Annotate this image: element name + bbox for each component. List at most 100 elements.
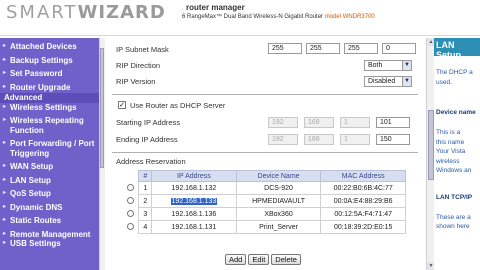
help-text: This is a <box>436 129 461 136</box>
rip-version-value: Disabled <box>368 78 396 85</box>
add-button[interactable]: Add <box>225 254 247 265</box>
row-device: HPMEDIAVAULT <box>235 194 322 208</box>
sidebar-group-advanced[interactable]: Advanced <box>0 93 104 103</box>
sidebar-scrollbar-thumb[interactable] <box>100 48 104 168</box>
dhcp-server-checkbox[interactable]: ✓ <box>118 101 126 109</box>
row-ip-cell: 192.168.1.133 <box>151 194 237 208</box>
header-subtitle: router manager <box>186 3 245 12</box>
sidebar-item-backup-settings[interactable]: ▸ Backup Settings <box>0 56 104 66</box>
row-ip: 192.168.1.132 <box>151 181 237 195</box>
subnet-octet-3[interactable] <box>344 43 378 54</box>
row-select-cell[interactable] <box>122 182 139 195</box>
bullet-icon: ▸ <box>3 203 7 210</box>
row-device: XBox360 <box>235 207 322 221</box>
bullet-icon: ▸ <box>3 103 7 110</box>
end-ip-octet-2[interactable] <box>304 134 334 145</box>
help-text: Windows an <box>436 167 472 174</box>
row-radio[interactable] <box>126 196 134 204</box>
sidebar-item-label: QoS Setup <box>10 189 51 198</box>
chevron-down-icon: ▼ <box>402 77 411 86</box>
row-radio[interactable] <box>126 209 134 217</box>
sidebar-item-static-routes[interactable]: ▸ Static Routes <box>0 216 104 226</box>
table-row[interactable]: 4 192.168.1.131 Print_Server 00:18:39:2D… <box>122 220 406 234</box>
dhcp-server-label: Use Router as DHCP Server <box>130 101 226 110</box>
row-radio[interactable] <box>126 183 134 191</box>
bullet-icon: ▸ <box>3 190 7 196</box>
sidebar-item-label: Backup Settings <box>10 55 73 65</box>
sidebar-item-lan-setup[interactable]: ▸ LAN Setup <box>0 176 104 186</box>
sidebar-item-usb-settings[interactable]: ▸ USB Settings <box>0 239 104 249</box>
table-row[interactable]: 2 192.168.1.133 HPMEDIAVAULT 00:0A:E4:88… <box>122 194 406 208</box>
end-ip-octet-3[interactable] <box>340 134 370 145</box>
help-text: Your Vista <box>436 148 466 155</box>
bullet-icon: ▸ <box>3 230 7 237</box>
col-mac-header: MAC Address <box>320 170 406 182</box>
row-device: Print_Server <box>235 220 322 234</box>
bullet-icon: ▸ <box>3 56 7 63</box>
radio-col-header <box>122 171 139 182</box>
bullet-icon: ▸ <box>3 117 7 123</box>
row-ip: 192.168.1.136 <box>151 207 237 221</box>
sidebar-item-label: Router Upgrade <box>10 82 71 92</box>
sidebar-item-label: WAN Setup <box>10 162 54 171</box>
subnet-octet-4[interactable] <box>382 43 416 54</box>
sidebar-item-set-password[interactable]: ▸ Set Password <box>0 69 104 79</box>
section-divider <box>112 152 418 153</box>
sidebar-item-label: Set Password <box>10 69 63 78</box>
help-title: LAN Setup <box>434 38 480 60</box>
rip-direction-select[interactable]: Both ▼ <box>364 60 412 71</box>
table-row[interactable]: 1 192.168.1.132 DCS-920 00:22:B0:6B:4C:7… <box>122 181 406 195</box>
help-subtitle: LAN TCP/IP <box>436 193 473 201</box>
sidebar-item-label: USB Settings <box>10 239 61 248</box>
bullet-icon: ▸ <box>3 176 7 183</box>
product-name: 6 RangeMax™ Dual Band Wireless-N Gigabit… <box>182 14 324 20</box>
rip-direction-label: RIP Direction <box>116 61 161 70</box>
row-num: 4 <box>138 220 153 234</box>
main-scrollbar[interactable]: ▲ ▼ <box>426 38 435 270</box>
subnet-octet-1[interactable] <box>268 43 302 54</box>
sidebar-item-wan-setup[interactable]: ▸ WAN Setup <box>0 162 104 172</box>
bullet-icon: ▸ <box>3 43 7 49</box>
sidebar-item-port-forwarding[interactable]: ▸ Port Forwarding / Port Triggering <box>0 139 104 158</box>
sidebar-item-remote-management[interactable]: ▸ Remote Management <box>0 230 104 240</box>
subnet-octet-2[interactable] <box>306 43 340 54</box>
sidebar-item-label: LAN Setup <box>10 175 51 185</box>
row-device: DCS-920 <box>235 181 322 195</box>
row-select-cell[interactable] <box>122 221 139 234</box>
rip-version-select[interactable]: Disabled ▼ <box>364 76 412 87</box>
sidebar-item-qos-setup[interactable]: ▸ QoS Setup <box>0 189 104 199</box>
sidebar-scrollbar[interactable] <box>99 38 105 270</box>
sidebar-item-router-upgrade[interactable]: ▸ Router Upgrade <box>0 83 104 93</box>
start-ip-octet-1[interactable] <box>268 117 298 128</box>
starting-ip-label: Starting IP Address <box>116 118 181 127</box>
bullet-icon: ▸ <box>3 217 7 223</box>
sidebar-item-label: Wireless Repeating Function <box>10 116 84 135</box>
row-num: 2 <box>138 194 153 208</box>
row-mac: 00:0A:E4:88:29:B6 <box>320 194 406 208</box>
delete-button[interactable]: Delete <box>271 254 301 265</box>
sidebar-item-dynamic-dns[interactable]: ▸ Dynamic DNS <box>0 203 104 213</box>
row-select-cell[interactable] <box>122 208 139 221</box>
header-product: 6 RangeMax™ Dual Band Wireless-N Gigabit… <box>182 14 375 20</box>
sidebar-item-attached-devices[interactable]: ▸ Attached Devices <box>0 42 104 52</box>
end-ip-octet-1[interactable] <box>268 134 298 145</box>
row-ip-selected-text[interactable]: 192.168.1.133 <box>170 197 218 205</box>
rip-version-label: RIP Version <box>116 77 156 86</box>
row-num: 1 <box>138 181 153 195</box>
start-ip-octet-4[interactable] <box>376 117 410 128</box>
table-row[interactable]: 3 192.168.1.136 XBox360 00:12:5A:F4:71:4… <box>122 207 406 221</box>
row-mac: 00:18:39:2D:E0:15 <box>320 220 406 234</box>
logo-wizard-text: WIZARD <box>77 2 166 23</box>
sidebar-item-wireless-repeating[interactable]: ▸ Wireless Repeating Function <box>0 116 104 135</box>
row-radio[interactable] <box>126 222 134 230</box>
start-ip-octet-3[interactable] <box>340 117 370 128</box>
row-select-cell[interactable] <box>122 195 139 208</box>
subnet-mask-label: IP Subnet Mask <box>116 45 169 54</box>
start-ip-octet-2[interactable] <box>304 117 334 128</box>
bullet-icon: ▸ <box>3 140 7 146</box>
bullet-icon: ▸ <box>3 70 7 76</box>
ending-ip-label: Ending IP Address <box>116 135 178 144</box>
sidebar-item-wireless-settings[interactable]: ▸ Wireless Settings <box>0 103 104 113</box>
edit-button[interactable]: Edit <box>248 254 270 265</box>
end-ip-octet-4[interactable] <box>376 134 410 145</box>
